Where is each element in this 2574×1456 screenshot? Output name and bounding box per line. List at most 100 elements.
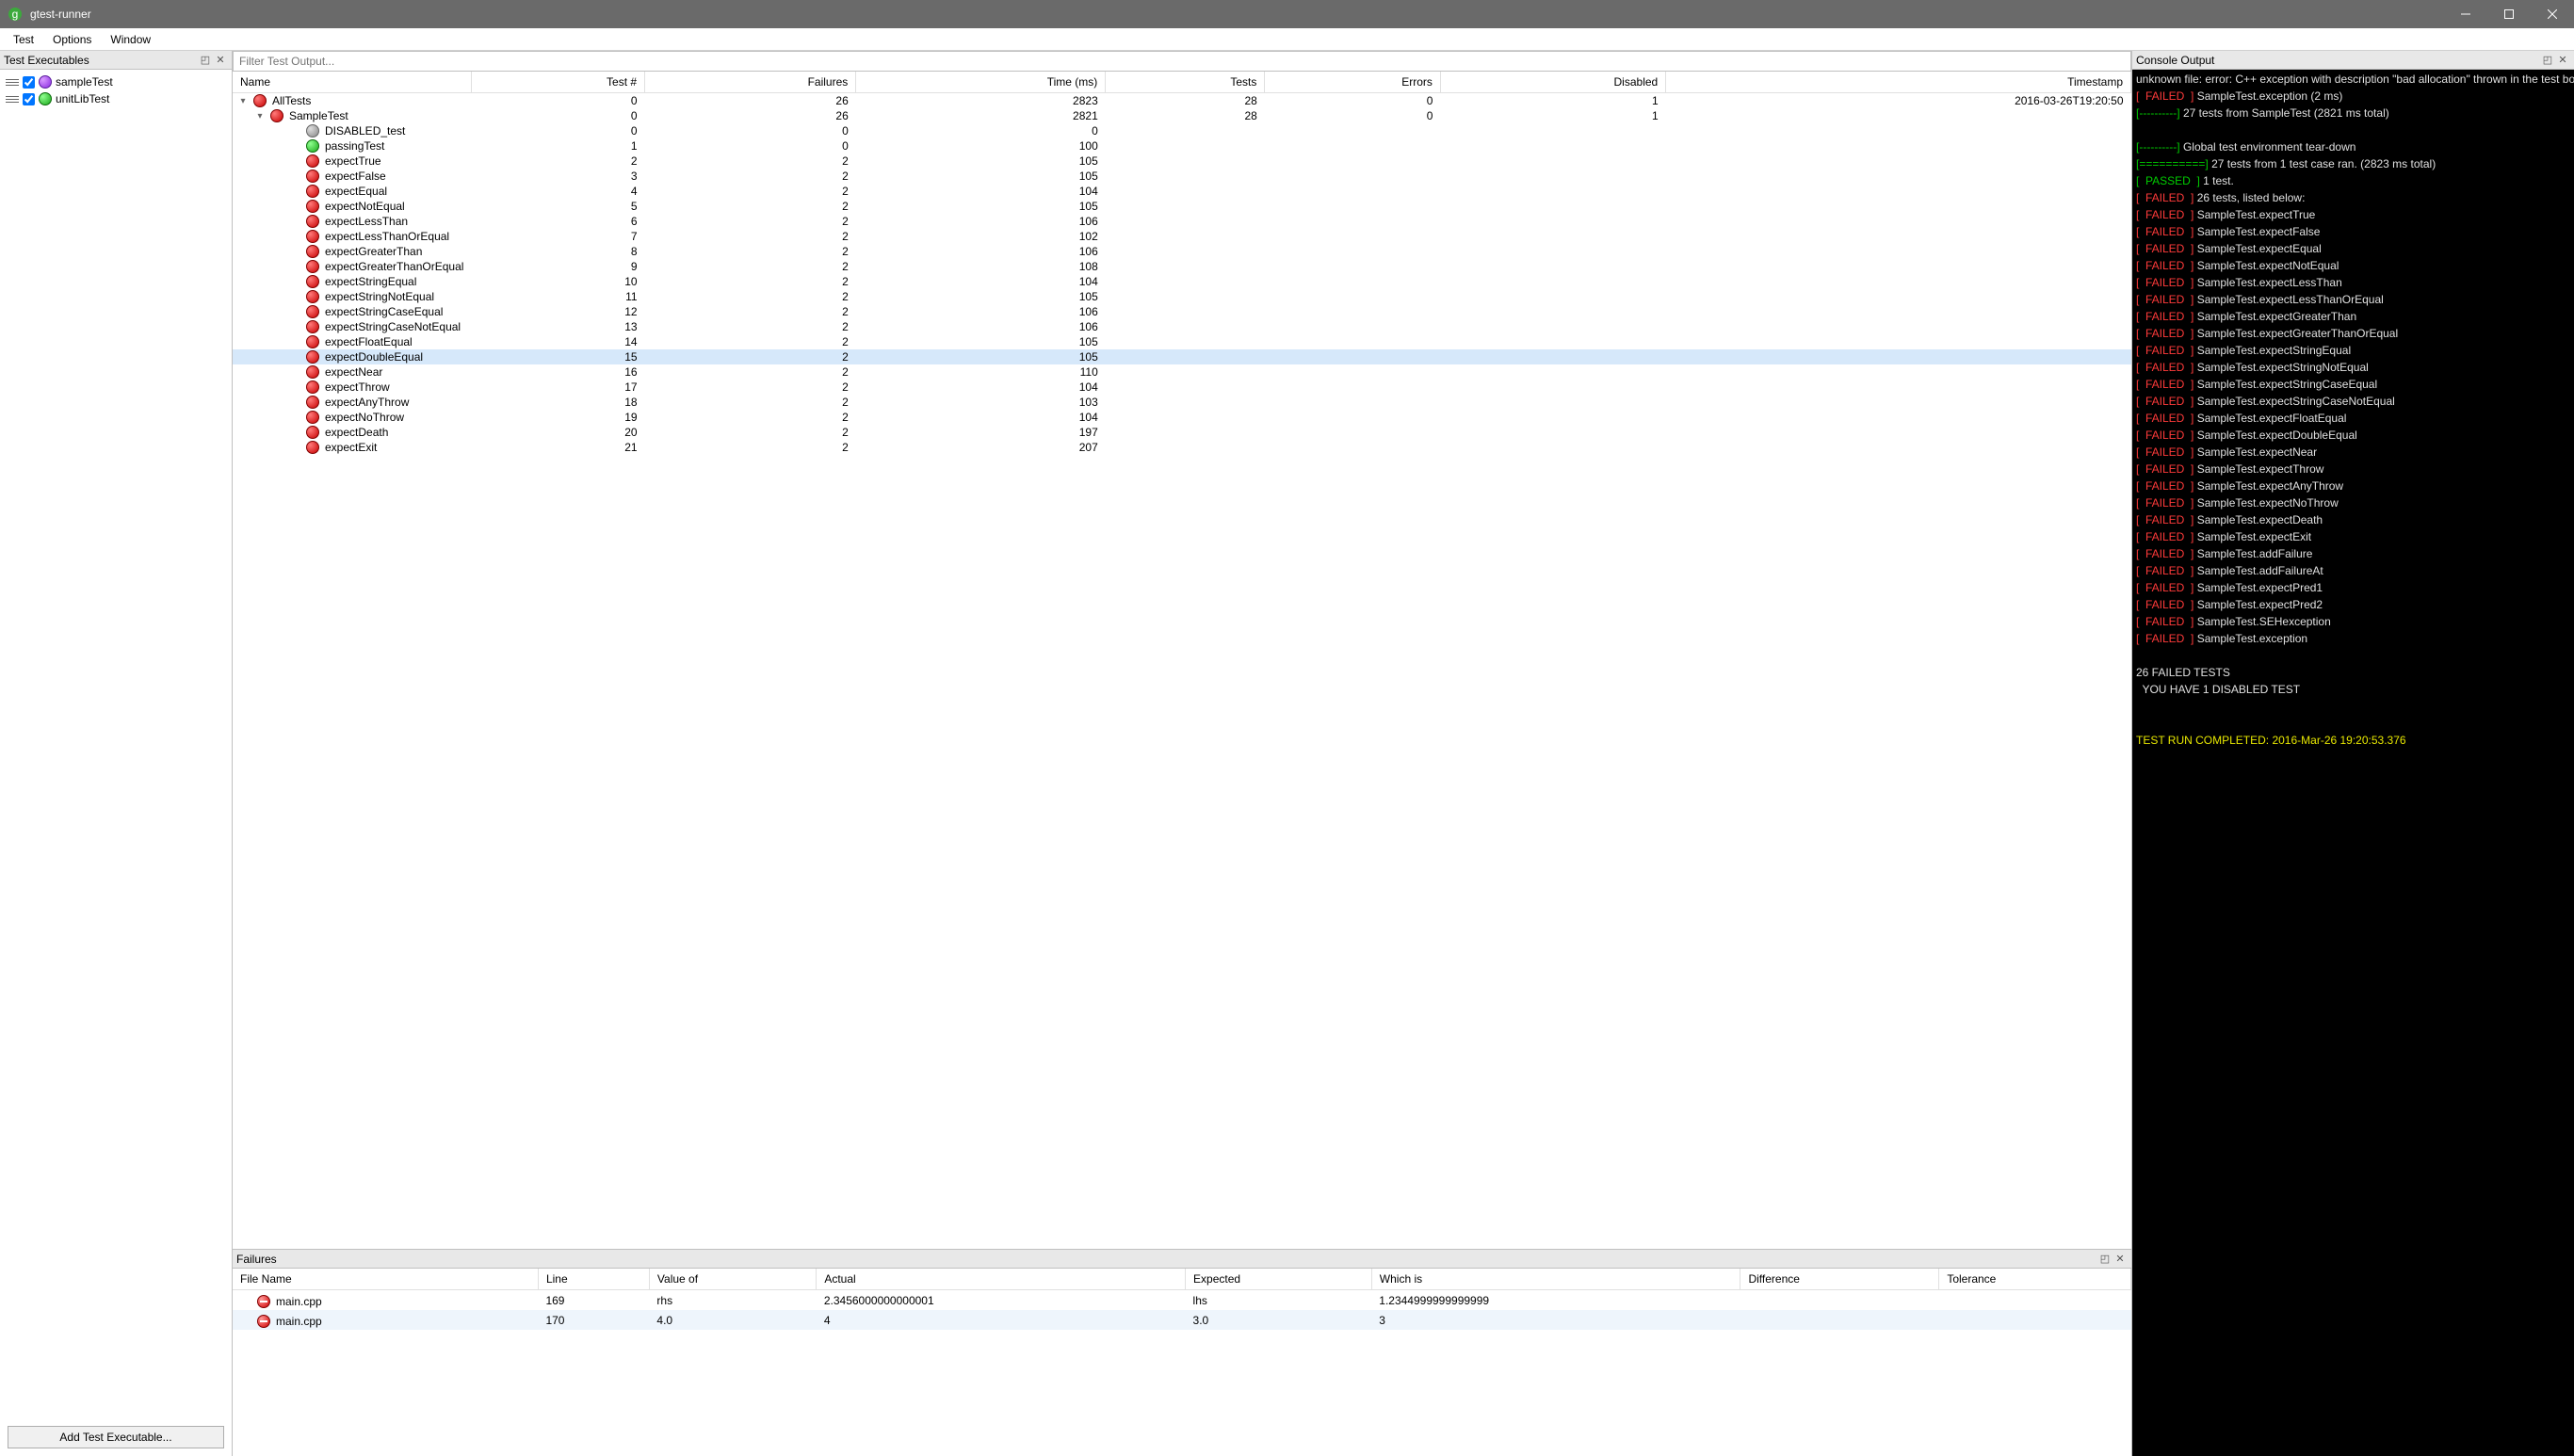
failures-table[interactable]: File NameLineValue ofActualExpectedWhich…	[233, 1269, 2131, 1330]
column-header[interactable]: Disabled	[1440, 72, 1665, 93]
test-row[interactable]: expectStringCaseNotEqual132106	[233, 319, 2131, 334]
menu-options[interactable]: Options	[43, 30, 101, 49]
column-header[interactable]: Tests	[1106, 72, 1265, 93]
test-row[interactable]: expectExit212207	[233, 440, 2131, 455]
cell-value: 105	[856, 199, 1106, 214]
cell-value: 105	[856, 169, 1106, 184]
cell-value	[1265, 349, 1441, 364]
test-row[interactable]: ▾ AllTests026282328012016-03-26T19:20:50	[233, 93, 2131, 109]
test-row[interactable]: expectNotEqual52105	[233, 199, 2131, 214]
close-button[interactable]	[2531, 0, 2574, 28]
test-row[interactable]: expectLessThanOrEqual72102	[233, 229, 2131, 244]
test-row[interactable]: DISABLED_test000	[233, 123, 2131, 138]
test-row[interactable]: expectFloatEqual142105	[233, 334, 2131, 349]
status-icon	[253, 94, 267, 107]
column-header[interactable]: Name	[233, 72, 471, 93]
cell-value	[1440, 199, 1665, 214]
cell-value: 2	[645, 380, 856, 395]
column-header[interactable]: Time (ms)	[856, 72, 1106, 93]
test-name: expectAnyThrow	[325, 396, 409, 409]
failure-row[interactable]: main.cpp1704.043.03	[233, 1310, 2131, 1330]
test-row[interactable]: expectStringCaseEqual122106	[233, 304, 2131, 319]
cell-value	[1440, 169, 1665, 184]
drag-handle-icon[interactable]	[6, 92, 19, 105]
test-row[interactable]: expectNear162110	[233, 364, 2131, 380]
drag-handle-icon[interactable]	[6, 75, 19, 89]
test-tree[interactable]: NameTest #FailuresTime (ms)TestsErrorsDi…	[233, 72, 2131, 1249]
test-row[interactable]: expectTrue22105	[233, 154, 2131, 169]
test-name: expectDoubleEqual	[325, 350, 423, 364]
test-row[interactable]: expectDeath202197	[233, 425, 2131, 440]
column-header[interactable]: Which is	[1371, 1269, 1740, 1290]
test-row[interactable]: expectEqual42104	[233, 184, 2131, 199]
add-test-executable-button[interactable]: Add Test Executable...	[8, 1426, 224, 1448]
cell-value	[1666, 319, 2131, 334]
close-panel-icon[interactable]: ✕	[2555, 53, 2570, 68]
executable-item[interactable]: sampleTest	[0, 73, 232, 90]
test-row[interactable]: expectStringEqual102104	[233, 274, 2131, 289]
cell-value	[1666, 410, 2131, 425]
column-header[interactable]: Value of	[649, 1269, 816, 1290]
column-header[interactable]: File Name	[233, 1269, 538, 1290]
test-row[interactable]: passingTest10100	[233, 138, 2131, 154]
test-row[interactable]: expectGreaterThanOrEqual92108	[233, 259, 2131, 274]
close-panel-icon[interactable]: ✕	[213, 53, 228, 68]
cell-value	[1265, 154, 1441, 169]
executables-title: Test Executables	[4, 54, 198, 67]
maximize-button[interactable]	[2487, 0, 2531, 28]
test-row[interactable]: expectStringNotEqual112105	[233, 289, 2131, 304]
expander-icon[interactable]: ▾	[255, 111, 265, 121]
cell-value: 2	[471, 154, 644, 169]
cell-value	[1265, 169, 1441, 184]
cell-value: 6	[471, 214, 644, 229]
column-header[interactable]: Errors	[1265, 72, 1441, 93]
menu-test[interactable]: Test	[4, 30, 43, 49]
cell-value	[1106, 364, 1265, 380]
undock-icon[interactable]: ◰	[198, 53, 213, 68]
executable-checkbox[interactable]	[23, 76, 35, 89]
cell-value: 104	[856, 410, 1106, 425]
column-header[interactable]: Test #	[471, 72, 644, 93]
column-header[interactable]: Difference	[1740, 1269, 1939, 1290]
cell-value	[1265, 199, 1441, 214]
test-row[interactable]: expectAnyThrow182103	[233, 395, 2131, 410]
test-row[interactable]: expectFalse32105	[233, 169, 2131, 184]
column-header[interactable]: Failures	[645, 72, 856, 93]
column-header[interactable]: Line	[538, 1269, 649, 1290]
cell-value: 19	[471, 410, 644, 425]
cell-value	[1265, 274, 1441, 289]
test-row[interactable]: expectGreaterThan82106	[233, 244, 2131, 259]
undock-icon[interactable]: ◰	[2097, 1252, 2113, 1267]
cell-value	[1440, 138, 1665, 154]
executable-checkbox[interactable]	[23, 93, 35, 105]
cell-value	[1440, 349, 1665, 364]
column-header[interactable]: Actual	[817, 1269, 1186, 1290]
cell-value: 105	[856, 349, 1106, 364]
close-panel-icon[interactable]: ✕	[2113, 1252, 2128, 1267]
filter-input[interactable]	[233, 51, 2131, 72]
cell-value: 104	[856, 184, 1106, 199]
cell-value: 11	[471, 289, 644, 304]
column-header[interactable]: Timestamp	[1666, 72, 2131, 93]
executable-item[interactable]: unitLibTest	[0, 90, 232, 107]
undock-icon[interactable]: ◰	[2540, 53, 2555, 68]
cell-value: 104	[856, 380, 1106, 395]
failure-row[interactable]: main.cpp169rhs2.3456000000000001lhs1.234…	[233, 1290, 2131, 1311]
expander-icon[interactable]: ▾	[238, 96, 248, 106]
titlebar[interactable]: g gtest-runner	[0, 0, 2574, 28]
cell-value	[1106, 154, 1265, 169]
console-output[interactable]: unknown file: error: C++ exception with …	[2132, 70, 2574, 1456]
menu-window[interactable]: Window	[101, 30, 160, 49]
test-row[interactable]: expectLessThan62106	[233, 214, 2131, 229]
cell-value	[1106, 395, 1265, 410]
cell-value	[1106, 214, 1265, 229]
column-header[interactable]: Expected	[1186, 1269, 1372, 1290]
test-row[interactable]: ▾ SampleTest02628212801	[233, 108, 2131, 123]
test-row[interactable]: expectNoThrow192104	[233, 410, 2131, 425]
column-header[interactable]: Tolerance	[1939, 1269, 2131, 1290]
cell-value	[1106, 229, 1265, 244]
test-row[interactable]: expectDoubleEqual152105	[233, 349, 2131, 364]
minimize-button[interactable]	[2444, 0, 2487, 28]
cell-value: 197	[856, 425, 1106, 440]
test-row[interactable]: expectThrow172104	[233, 380, 2131, 395]
